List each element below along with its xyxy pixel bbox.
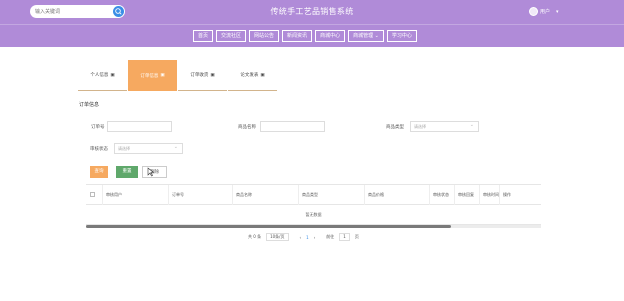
query-button[interactable]: 查询 [90,166,108,178]
cursor-icon [147,167,155,177]
table-header: 审核用户 订单号 商品名称 商品类型 商品价格 审核状态 审核回复 审核时间 操… [86,184,541,205]
nav-item-home[interactable]: 首页 [193,30,214,42]
tab-label: 订单收货 [190,73,209,78]
main-nav: 首页 交流社区 网站公告 新闻资讯 商城中心 商城管理 ⌄ 学习中心 [0,24,624,47]
goto-page-input[interactable]: 1 [339,233,350,241]
audit-status-label: 审核状态 [90,147,108,152]
section-title: 订单信息 [79,102,100,108]
empty-state: 暂无数据 [86,205,541,225]
select-all-checkbox[interactable] [86,184,103,205]
column-header: 审核用户 [103,184,169,205]
tab-label: 订单信息 [140,73,159,79]
tab-personal-info[interactable]: 个人信息 ▣ [78,60,127,91]
home-icon: ▣ [160,73,165,78]
column-header: 审核状态 [430,184,455,205]
product-type-label: 商品类型 [386,125,404,130]
order-no-label: 订单号 [91,125,105,130]
reset-button[interactable]: 重置 [116,166,138,178]
home-icon: ▣ [210,72,215,78]
audit-status-select[interactable]: 请选择 [114,143,183,154]
avatar [529,7,538,16]
orders-table: 审核用户 订单号 商品名称 商品类型 商品价格 审核状态 审核回复 审核时间 操… [86,184,541,225]
next-page-button[interactable]: › [314,235,316,240]
chevron-down-icon: ▾ [556,8,559,15]
select-placeholder: 请选择 [414,124,426,129]
page-size-select[interactable]: 10条/页 [266,233,289,241]
product-name-input[interactable] [260,121,325,132]
nav-item-announcements[interactable]: 网站公告 [249,30,280,42]
home-icon: ▣ [260,72,265,78]
pagination: 共 0 条 10条/页 ‹ 1 › 前往 1 页 [248,233,359,241]
column-header: 商品名称 [233,184,299,205]
product-type-select[interactable]: 请选择 [410,121,479,132]
horizontal-scrollbar[interactable] [86,225,541,228]
column-header: 订单号 [169,184,233,205]
scrollbar-thumb[interactable] [86,225,451,228]
tab-order-receipt[interactable]: 订单收货 ▣ [178,60,227,91]
order-no-input[interactable] [107,121,172,132]
column-header: 审核回复 [455,184,480,205]
tab-label: 论文发表 [240,73,259,78]
user-menu[interactable]: 用户 ▾ [529,7,559,16]
prev-page-button[interactable]: ‹ [300,235,302,240]
nav-item-learning[interactable]: 学习中心 [386,30,417,42]
goto-label: 前往 [326,234,335,239]
tab-label: 个人信息 [90,73,109,78]
select-placeholder: 请选择 [118,146,130,151]
column-header: 操作 [503,191,511,197]
profile-tabs: 个人信息 ▣ 订单信息 ▣ 订单收货 ▣ 论文发表 ▣ [78,60,278,91]
nav-item-news[interactable]: 新闻资讯 [282,30,313,42]
top-bar: 传统手工艺品销售系统 用户 ▾ [0,0,624,24]
nav-item-mall[interactable]: 商城中心 [315,30,346,42]
column-header: 商品类型 [299,184,365,205]
user-label: 用户 [540,9,551,15]
nav-item-community[interactable]: 交流社区 [216,30,247,42]
page-suffix: 页 [354,234,359,239]
column-header: 商品价格 [365,184,430,205]
column-header: 审核时间 [480,184,500,205]
nav-item-mall-management[interactable]: 商城管理 ⌄ [348,30,384,42]
home-icon: ▣ [110,72,115,78]
tab-paper-publish[interactable]: 论文发表 ▣ [228,60,277,91]
page-number[interactable]: 1 [306,235,309,240]
product-name-label: 商品名称 [238,125,256,130]
total-count: 共 0 条 [248,234,262,239]
tab-order-info[interactable]: 订单信息 ▣ [128,60,177,91]
